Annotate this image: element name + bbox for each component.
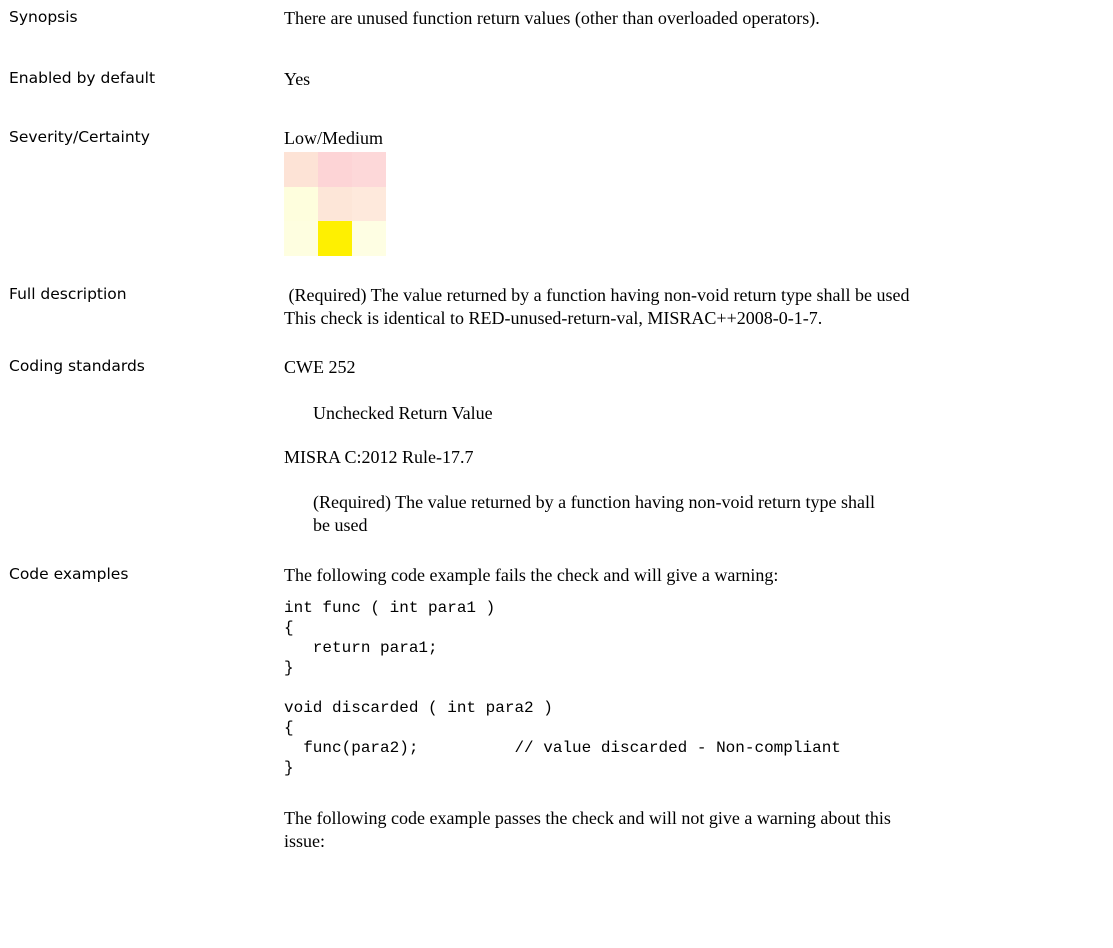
- full-description-line-2: This check is identical to RED-unused-re…: [284, 308, 823, 328]
- severity-matrix-cell: [318, 186, 352, 222]
- severity-matrix-cell: [284, 186, 318, 222]
- synopsis-label: Synopsis: [9, 8, 78, 26]
- severity-matrix: [284, 152, 386, 256]
- standard-misra-description-line-1: (Required) The value returned by a funct…: [313, 492, 875, 512]
- document-page: Synopsis There are unused function retur…: [0, 0, 1113, 948]
- enabled-label: Enabled by default: [9, 69, 156, 87]
- severity-matrix-cell: [284, 221, 318, 256]
- code-examples-label: Code examples: [9, 565, 129, 583]
- full-description-line-1: (Required) The value returned by a funct…: [284, 285, 910, 305]
- severity-matrix-cell: [318, 152, 352, 187]
- severity-matrix-cell: [318, 221, 352, 256]
- full-description-label: Full description: [9, 285, 127, 303]
- severity-matrix-cell: [352, 152, 386, 187]
- synopsis-text: There are unused function return values …: [284, 8, 820, 28]
- enabled-value: Yes: [284, 69, 311, 89]
- standard-cwe-name: CWE 252: [284, 357, 356, 377]
- severity-matrix-cell: [284, 152, 318, 187]
- standard-misra-description-line-2: be used: [313, 515, 368, 535]
- coding-standards-label: Coding standards: [9, 357, 145, 375]
- standard-cwe-description: Unchecked Return Value: [313, 403, 493, 423]
- severity-label: Severity/Certainty: [9, 128, 150, 146]
- pass-example-intro-line-1: The following code example passes the ch…: [284, 808, 891, 828]
- severity-matrix-cell: [352, 221, 386, 256]
- severity-matrix-cell: [352, 186, 386, 222]
- pass-example-intro-line-2: issue:: [284, 831, 326, 851]
- standard-misra-name: MISRA C:2012 Rule-17.7: [284, 447, 474, 467]
- fail-example-intro: The following code example fails the che…: [284, 565, 779, 585]
- fail-code-block: int func ( int para1 ) { return para1; }…: [284, 599, 841, 777]
- severity-value: Low/Medium: [284, 128, 383, 148]
